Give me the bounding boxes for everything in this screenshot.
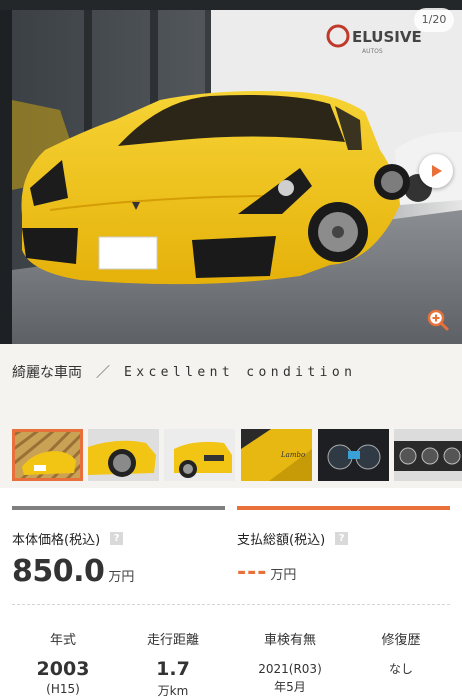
base-price: 850.0 万円	[12, 554, 134, 589]
svg-text:ELUSIVE: ELUSIVE	[352, 28, 422, 46]
svg-text:AUTOS: AUTOS	[362, 48, 383, 55]
thumbnail-front-view[interactable]	[12, 429, 83, 481]
next-image-button[interactable]	[419, 154, 453, 188]
spec-inspection: 車検有無 2021(R03) 年5月	[235, 629, 345, 696]
spec-repair-history: 修復歴 なし	[346, 629, 456, 678]
base-price-label-text: 本体価格(税込)	[12, 533, 101, 548]
price-section: 本体価格(税込) ? 支払総額(税込) ? 850.0 万円 --- 万円	[0, 488, 462, 605]
thumbnail-rear-view[interactable]	[164, 429, 235, 481]
base-price-bar	[12, 506, 225, 510]
help-icon[interactable]: ?	[335, 532, 349, 545]
spec-label: 年式	[49, 633, 76, 648]
main-photo[interactable]: ELUSIVE AUTOS 1/20	[0, 0, 462, 344]
thumbnail-interior-console[interactable]	[394, 429, 462, 481]
total-price-label-text: 支払総額(税込)	[237, 533, 326, 548]
spec-summary: 年式 2003 (H15) 走行距離 1.7 万km 車検有無 2021(R03…	[0, 605, 462, 700]
spec-sub: 年5月	[274, 680, 306, 694]
zoom-in-icon[interactable]	[426, 308, 450, 332]
image-counter: 1/20	[414, 8, 454, 32]
total-price: --- 万円	[237, 560, 296, 585]
spec-value: 1.7	[156, 658, 190, 680]
spec-value: 2021(R03)	[258, 662, 322, 676]
car-photo: ELUSIVE AUTOS	[0, 0, 462, 344]
total-price-value: ---	[237, 560, 268, 585]
spec-label: 走行距離	[146, 633, 199, 648]
total-price-unit: 万円	[270, 568, 297, 583]
play-icon	[432, 165, 442, 177]
spec-sub: 万km	[157, 684, 189, 698]
caption-separator: ／	[96, 365, 110, 381]
spec-value: 2003	[36, 658, 90, 680]
spec-mileage: 走行距離 1.7 万km	[118, 629, 228, 699]
caption-jp: 綺麗な車両	[12, 365, 82, 381]
spec-model-year: 年式 2003 (H15)	[8, 629, 118, 696]
spec-label: 修復歴	[381, 633, 421, 648]
thumbnail-strip: Lambo	[0, 400, 462, 488]
base-price-value: 850.0	[12, 554, 105, 589]
help-icon[interactable]: ?	[110, 532, 124, 545]
spec-value: なし	[388, 662, 413, 676]
thumbnail-dashboard-gauges[interactable]	[318, 429, 389, 481]
thumbnail-side-wheel-view[interactable]	[88, 429, 159, 481]
caption-en: Excellent condition	[124, 364, 357, 380]
photo-caption: 綺麗な車両 ／ Excellent condition	[0, 344, 462, 400]
total-price-bar	[237, 506, 450, 510]
base-price-unit: 万円	[108, 570, 135, 585]
base-price-label: 本体価格(税込) ?	[12, 529, 124, 548]
spec-sub: (H15)	[46, 682, 80, 696]
svg-text:Lambo: Lambo	[280, 451, 305, 459]
thumbnail-badge-closeup[interactable]: Lambo	[241, 429, 312, 481]
total-price-label: 支払総額(税込) ?	[237, 529, 349, 548]
spec-label: 車検有無	[263, 633, 316, 648]
